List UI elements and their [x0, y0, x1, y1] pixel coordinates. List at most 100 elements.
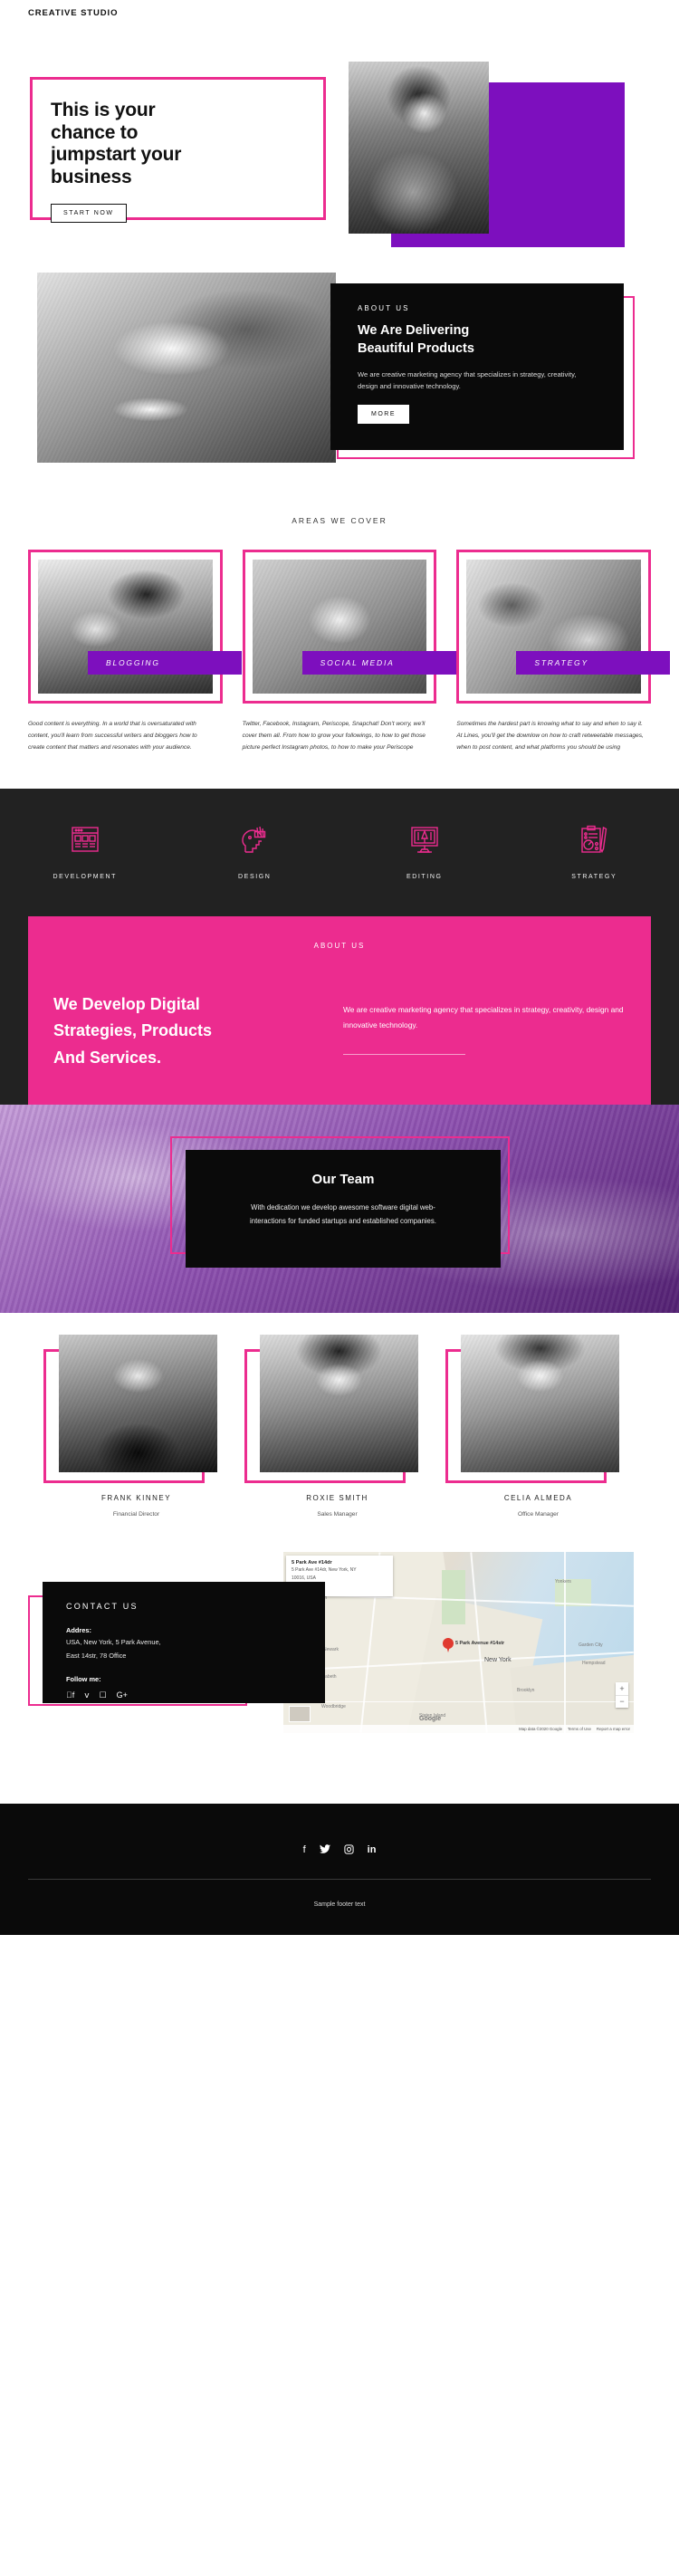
map-widget[interactable]: Clifton Yonkers New York Newark Elizabet…	[283, 1551, 634, 1733]
member-photo	[260, 1334, 418, 1472]
member-photo	[59, 1334, 217, 1472]
member-role: Financial Director	[112, 1510, 160, 1518]
start-now-button[interactable]: START NOW	[51, 204, 127, 224]
map-report-link[interactable]: Report a map error	[597, 1727, 630, 1731]
about-paragraph: We are creative marketing agency that sp…	[358, 370, 577, 391]
service-item-editing[interactable]: EDITING	[340, 820, 510, 880]
area-card[interactable]: SOCIAL MEDIA Twitter, Facebook, Instagra…	[242, 550, 456, 754]
areas-card-list: BLOGGING Good content is everything. In …	[0, 525, 679, 754]
map-label: Garden City	[579, 1642, 603, 1648]
service-item-development[interactable]: DEVELOPMENT	[0, 820, 170, 880]
map-park-layer	[442, 1569, 465, 1624]
team-member[interactable]: CELIA ALMEDA Office Manager	[445, 1334, 631, 1518]
team-paragraph: With dedication we develop awesome softw…	[224, 1201, 463, 1229]
hero-title-line-2: chance to	[51, 121, 139, 143]
contact-address-line-2: East 14str, 78 Office	[66, 1652, 127, 1661]
twitter-icon[interactable]	[319, 1843, 330, 1855]
team-paragraph-line-2: interactions for funded startups and est…	[250, 1217, 436, 1226]
area-card-text: Sometimes the hardest part is knowing wh…	[456, 721, 644, 751]
google-plus-icon[interactable]: G+	[117, 1690, 128, 1700]
map-info-address-1: 5 Park Ave #14dr, New York, NY	[292, 1566, 357, 1573]
team-member[interactable]: FRANK KINNEY Financial Director	[43, 1334, 229, 1518]
contact-panel: CONTACT US Addres: USA, New York, 5 Park…	[43, 1581, 325, 1703]
footer-divider	[28, 1878, 651, 1880]
about-more-button[interactable]: MORE	[358, 404, 409, 424]
member-role: Office Manager	[518, 1510, 559, 1518]
hero-text-frame: This is your chance to jumpstart your bu…	[30, 77, 326, 224]
pink-heading-line-1: We Develop Digital	[53, 994, 200, 1013]
map-road	[283, 1700, 634, 1703]
member-name: ROXIE SMITH	[306, 1493, 368, 1502]
map-attribution: Map data ©2020 Google	[519, 1726, 563, 1731]
about-photo	[37, 273, 336, 463]
site-header: CREATIVE STUDIO	[0, 0, 679, 25]
map-info-title: 5 Park Ave #14dr	[292, 1559, 332, 1566]
pink-block-wrapper: ABOUT US We Develop Digital Strategies, …	[0, 895, 679, 1105]
contact-social-list: f 𝗏 ☐ G+	[66, 1690, 325, 1700]
brand-logo[interactable]: CREATIVE STUDIO	[28, 8, 118, 18]
service-label: STRATEGY	[571, 873, 617, 880]
areas-eyebrow: AREAS WE COVER	[292, 516, 387, 525]
facebook-icon[interactable]: f	[66, 1690, 74, 1700]
hero-section: This is your chance to jumpstart your bu…	[0, 25, 679, 265]
map-zoom-in-button[interactable]: +	[616, 1682, 628, 1695]
map-label: Hempstead	[582, 1660, 606, 1666]
pink-heading-line-2: Strategies, Products	[53, 1021, 213, 1040]
area-card-frame: BLOGGING	[28, 550, 242, 704]
area-card[interactable]: STRATEGY Sometimes the hardest part is k…	[456, 550, 671, 754]
member-role: Sales Manager	[317, 1510, 358, 1518]
about-eyebrow: ABOUT US	[358, 304, 410, 312]
team-heading: Our Team	[311, 1171, 375, 1187]
services-row: DEVELOPMENT DESIGN EDITING STRATEGY	[0, 820, 679, 880]
pink-heading-line-3: And Services.	[53, 1048, 162, 1067]
contact-address-label: Addres:	[66, 1625, 91, 1634]
map-label: Woodbridge	[321, 1703, 346, 1709]
map-zoom-controls[interactable]: + −	[616, 1681, 628, 1708]
pink-eyebrow: ABOUT US	[313, 941, 366, 950]
map-terms-link[interactable]: Terms of Use	[568, 1727, 591, 1731]
area-card[interactable]: BLOGGING Good content is everything. In …	[28, 550, 242, 754]
google-logo: Google	[419, 1715, 442, 1722]
areas-section: AREAS WE COVER BLOGGING Good content is …	[0, 474, 679, 754]
pink-heading: We Develop Digital Strategies, Products …	[53, 991, 316, 1072]
contact-follow-label: Follow me:	[66, 1674, 101, 1683]
member-name: CELIA ALMEDA	[503, 1493, 573, 1502]
map-zoom-out-button[interactable]: −	[616, 1694, 628, 1708]
pink-paragraph: We are creative marketing agency that sp…	[343, 1004, 624, 1030]
map-street-view-thumb[interactable]	[289, 1705, 311, 1722]
hero-title: This is your chance to jumpstart your bu…	[51, 100, 323, 188]
team-member[interactable]: ROXIE SMITH Sales Manager	[244, 1334, 430, 1518]
about-heading-line-1: We Are Delivering	[358, 323, 470, 338]
map-attribution-bar: Map data ©2020 Google Terms of Use Repor…	[283, 1724, 634, 1733]
browser-window-icon	[0, 820, 170, 858]
team-member-list: FRANK KINNEY Financial Director ROXIE SM…	[0, 1312, 679, 1518]
map-label: New York	[484, 1656, 512, 1663]
member-name: FRANK KINNEY	[100, 1493, 172, 1502]
pink-text-column: We are creative marketing agency that sp…	[343, 991, 626, 1072]
area-card-tag: STRATEGY	[516, 651, 671, 675]
area-card-frame: STRATEGY	[456, 550, 671, 704]
map-label: Brooklyn	[517, 1687, 535, 1693]
service-item-design[interactable]: DESIGN	[170, 820, 340, 880]
site-footer: f in Sample footer text	[0, 1803, 679, 1935]
instagram-icon[interactable]: ☐	[100, 1690, 107, 1700]
facebook-icon[interactable]: f	[303, 1844, 306, 1855]
hero-title-line-1: This is your	[51, 100, 156, 120]
contact-title: CONTACT US	[66, 1601, 139, 1611]
monitor-design-tools-icon	[340, 820, 510, 858]
contact-address-line-1: USA, New York, 5 Park Avenue,	[66, 1637, 161, 1646]
clipboard-chart-pen-icon	[510, 820, 679, 858]
twitter-icon[interactable]: 𝗏	[84, 1690, 89, 1700]
services-section: DEVELOPMENT DESIGN EDITING STRATEGY	[0, 788, 679, 896]
member-photo	[461, 1334, 619, 1472]
service-item-strategy[interactable]: STRATEGY	[510, 820, 679, 880]
area-card-tag: BLOGGING	[88, 651, 242, 675]
area-card-frame: SOCIAL MEDIA	[242, 550, 456, 704]
team-hero-section: Our Team With dedication we develop awes…	[0, 1104, 679, 1313]
contact-section: Clifton Yonkers New York Newark Elizabet…	[0, 1551, 679, 1751]
area-card-text: Good content is everything. In a world t…	[28, 721, 197, 751]
pink-about-block: ABOUT US We Develop Digital Strategies, …	[28, 915, 651, 1105]
instagram-icon[interactable]	[344, 1844, 354, 1855]
map-pin-label: 5 Park Avenue #14str	[455, 1640, 505, 1646]
linkedin-icon[interactable]: in	[368, 1844, 377, 1855]
